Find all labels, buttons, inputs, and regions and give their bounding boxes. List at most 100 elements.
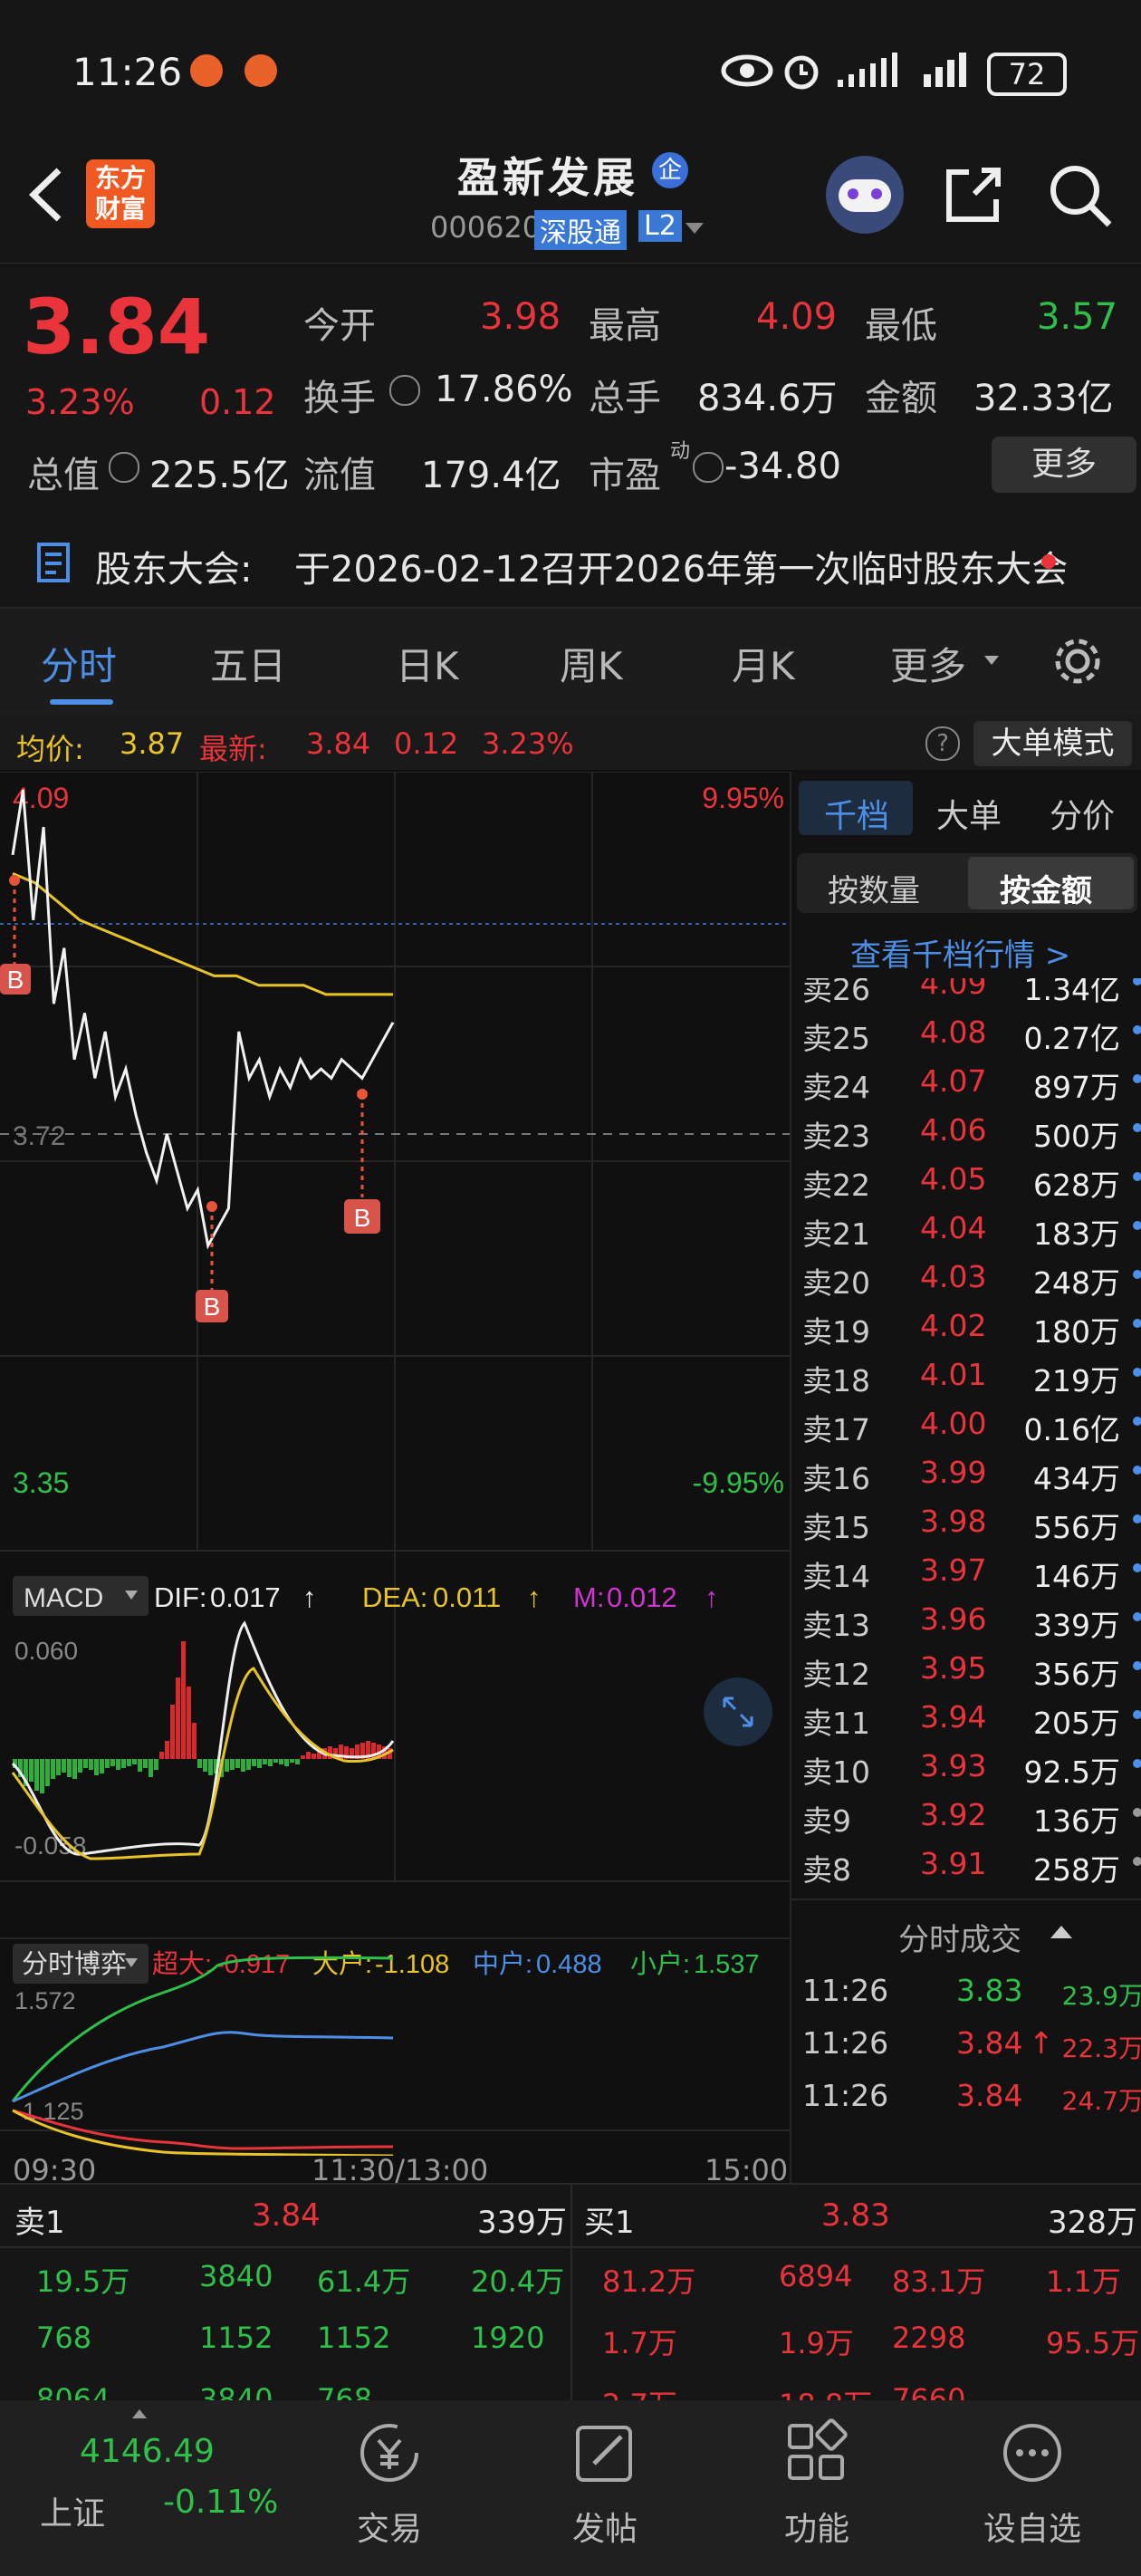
tab-big-orders[interactable]: 大单 [936, 790, 1002, 837]
depth-quote-link[interactable]: 查看千档行情 > [850, 930, 1070, 975]
trade-time: 11:26 [802, 2078, 889, 2113]
ob-price: 3.91 [920, 1846, 987, 1881]
tab-price-dist[interactable]: 分价 [1050, 790, 1115, 837]
ob-level: 卖19 [802, 1314, 870, 1350]
macd-histogram-bar [89, 1759, 93, 1770]
tab-depth[interactable]: 千档 [824, 790, 889, 837]
ob-level: 卖20 [802, 1265, 870, 1301]
high-label: 最高 [589, 305, 661, 347]
info-icon[interactable] [109, 452, 139, 483]
order-book-row: 卖14 3.97 146万 [791, 1545, 1141, 1594]
sell-order-cell: 3840 [199, 2382, 273, 2400]
chevron-down-icon[interactable] [684, 219, 705, 237]
nav-trade[interactable]: 交易 [299, 2400, 480, 2550]
bottom-nav: 4146.49 上证 -0.11% 交易 发帖 功能 设自选 [0, 2400, 1141, 2576]
macd-histogram-bar [110, 1759, 115, 1766]
svg-text:B: B [354, 1204, 371, 1232]
total-cap-value: 225.5亿 [149, 455, 290, 496]
mode-by-amount[interactable]: 按金额 [1000, 866, 1092, 910]
help-icon[interactable]: ? [925, 726, 960, 761]
tab-more[interactable]: 更多 [890, 636, 966, 691]
buy-order-cell: 95.5万 [1046, 2326, 1140, 2360]
trade-price: 3.83 [956, 1973, 1023, 2008]
buy-order-cell: 83.1万 [892, 2264, 986, 2299]
ob-price: 3.94 [920, 1699, 987, 1735]
ob-dot [1133, 1417, 1141, 1426]
dea-label: DEA: [362, 1581, 427, 1613]
index-ticker[interactable]: 4146.49 上证 -0.11% [0, 2400, 278, 2576]
up-arrow-icon: ↑ [302, 1581, 317, 1613]
status-time: 11:26 [72, 50, 183, 94]
macd-histogram-bar [127, 1759, 131, 1766]
order-book-row: 卖8 3.91 258万 [791, 1839, 1141, 1884]
tab-weekly-k[interactable]: 周K [560, 636, 623, 691]
ob-price: 3.96 [920, 1601, 987, 1637]
ob-level: 卖24 [802, 1070, 870, 1105]
gear-icon[interactable] [1050, 634, 1105, 688]
macd-top-value: 0.060 [14, 1637, 78, 1665]
robot-assistant-icon[interactable] [826, 156, 904, 234]
macd-histogram-bar [279, 1759, 283, 1764]
order-book-row: 卖26 4.09 1.34亿 [791, 978, 1141, 1007]
macd-histogram-bar [154, 1759, 158, 1770]
intraday-chart[interactable]: 4.09 9.95% 3.72 3.35 -9.95% B B B MACD D… [0, 772, 790, 1938]
info-icon[interactable] [389, 375, 420, 406]
back-arrow-icon[interactable] [23, 163, 68, 226]
buy1-volume: 328万 [1048, 2205, 1137, 2241]
chevron-up-icon[interactable] [1049, 1922, 1074, 1942]
macd-histogram-bar [121, 1759, 126, 1768]
nav-customize[interactable]: 设自选 [942, 2400, 1123, 2550]
order-book-row: 卖21 4.04 183万 [791, 1203, 1141, 1252]
tab-daily-k[interactable]: 日K [396, 636, 459, 691]
sell1-price: 3.84 [252, 2197, 321, 2234]
ob-price: 4.06 [920, 1112, 987, 1148]
macd-histogram-bar [257, 1759, 262, 1768]
ob-amount: 136万 [1033, 1803, 1120, 1839]
avg-value: 3.87 [120, 726, 185, 761]
nav-post[interactable]: 发帖 [514, 2400, 695, 2550]
macd-histogram-bar [246, 1759, 251, 1770]
macd-histogram-bar [268, 1759, 273, 1766]
macd-histogram-bar [187, 1687, 191, 1759]
avg-label: 均价: [16, 732, 84, 766]
macd-histogram-bar [273, 1759, 278, 1763]
order-book-row: 卖10 3.93 92.5万 [791, 1741, 1141, 1790]
macd-histogram-bar [241, 1759, 245, 1772]
macd-histogram-bar [138, 1759, 142, 1772]
expand-button[interactable] [704, 1677, 772, 1746]
info-icon[interactable] [693, 452, 724, 483]
nav-functions[interactable]: 功能 [726, 2400, 907, 2550]
up-arrow-icon: ↑ [705, 1581, 719, 1613]
tab-intraday[interactable]: 分时 [41, 636, 117, 691]
ob-level: 卖11 [802, 1706, 870, 1741]
macd-histogram-bar [116, 1759, 120, 1770]
time-axis: 09:30 11:30/13:00 15:00 [0, 2153, 790, 2187]
tab-monthly-k[interactable]: 月K [732, 636, 795, 691]
share-icon[interactable] [942, 163, 1005, 226]
mode-by-quantity[interactable]: 按数量 [828, 866, 920, 910]
order-book-row: 卖25 4.08 0.27亿 [791, 1007, 1141, 1056]
latest-value: 3.84 [306, 726, 371, 761]
order-book-row: 卖15 3.98 556万 [791, 1496, 1141, 1545]
fund-flow-chart[interactable]: 分时博弈 超大: -0.917 大户: -1.108 中户: 0.488 小户:… [0, 1938, 790, 2156]
search-icon[interactable] [1046, 161, 1115, 230]
more-button[interactable]: 更多 [992, 437, 1136, 493]
big-order-mode-button[interactable]: 大单模式 [973, 721, 1132, 766]
notice-bar[interactable]: 股东大会: 于2026-02-12召开2026年第一次临时股东大会 [0, 507, 1141, 609]
ob-price: 4.04 [920, 1210, 987, 1245]
macd-histogram-bar [149, 1759, 153, 1777]
order-book-row: 卖9 3.92 136万 [791, 1790, 1141, 1839]
ob-price: 4.05 [920, 1161, 987, 1197]
macd-histogram-bar [312, 1754, 316, 1759]
stock-code: 000620 [430, 210, 542, 245]
index-name: 上证 [40, 2495, 106, 2533]
tab-five-day[interactable]: 五日 [210, 636, 286, 691]
ob-level: 卖18 [802, 1363, 870, 1399]
order-book-row: 卖22 4.05 628万 [791, 1154, 1141, 1203]
macd-histogram-bar [252, 1759, 256, 1766]
macd-label: MACD [24, 1583, 103, 1613]
sell-order-cell: 768 [317, 2382, 373, 2400]
ob-dot [1133, 1123, 1141, 1132]
trade-row: 11:26 3.83 23.9万 [791, 1966, 1141, 2014]
ob-price: 4.07 [920, 1063, 987, 1099]
